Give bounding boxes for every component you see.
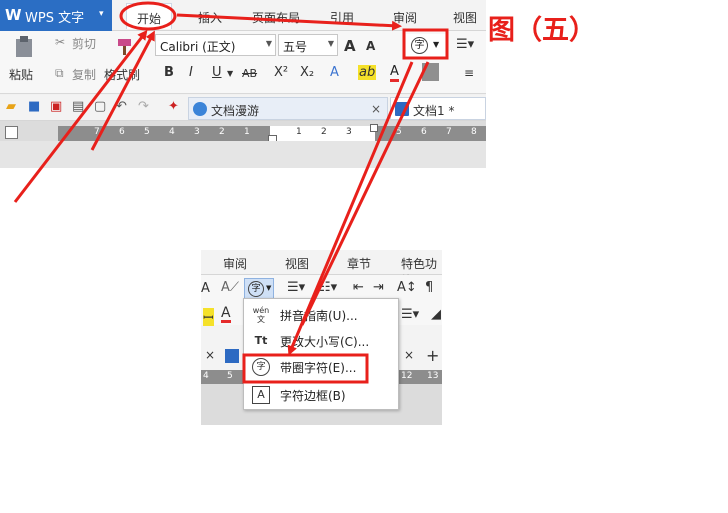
format-painter-button[interactable]: 格式刷 [104,66,140,83]
numbered-list-icon[interactable]: ☷▾ [319,280,337,295]
cloud-icon [193,102,207,116]
chevron-down-icon: ▼ [266,284,272,292]
underline-button[interactable]: U [212,65,222,80]
change-case-icon: Tt [254,334,268,347]
tab-view[interactable]: 视图 [285,255,309,272]
menu-item-enclose-char[interactable]: 字 带圈字符(E)... [244,354,400,380]
paste-icon[interactable] [14,35,36,59]
print-preview-icon[interactable]: ▢ [94,99,106,114]
font-color-button[interactable]: A [221,306,231,323]
chevron-down-icon: ▼ [265,39,272,48]
tab-home[interactable]: 开始 [126,3,172,29]
tab-view[interactable]: 视图 [453,9,477,26]
pdf-icon[interactable]: ▣ [50,99,62,114]
shrink-font-button[interactable]: A [366,39,375,53]
enclosed-char-icon: 字 [252,358,270,376]
print-icon[interactable]: ▤ [72,99,84,114]
doc-tab-doc1[interactable]: 文档1 * [390,97,486,120]
save-icon[interactable]: ■ [28,99,40,114]
new-tab-icon[interactable]: + [426,346,439,365]
font-size-select[interactable]: 五号 ▼ [278,34,338,56]
font-color-button[interactable]: A [390,65,399,82]
copy-button[interactable]: 复制 [72,66,96,83]
quick-access-toolbar: ▰ ■ ▣ ▤ ▢ ↶ ↷ ✦ 文档漫游 × 文档1 * [0,95,486,121]
line-spacing-icon[interactable]: ☰▾ [401,307,419,322]
app-name: WPS 文字 [25,11,85,26]
close-icon[interactable]: × [371,102,381,116]
subscript-button[interactable]: X₂ [300,65,314,80]
ribbon-tab-bar: 审阅 视图 章节 特色功能 [201,250,442,288]
copy-icon[interactable]: ⧉ [55,66,64,81]
chevron-down-icon: ▼ [327,39,334,48]
close-icon[interactable]: × [205,348,215,362]
enclosed-char-icon: 字 [248,281,264,297]
enclosed-char-icon: 字 [411,37,428,54]
chevron-down-icon[interactable]: ▼ [227,69,233,78]
ribbon-tab-bar: W WPS 文字 ▾ 开始 插入 页面布局 引用 审阅 视图 [0,0,486,31]
undo-icon[interactable]: ↶ [116,99,127,114]
chevron-down-icon: ▼ [433,40,440,49]
bold-button[interactable]: B [164,65,174,80]
open-folder-icon[interactable]: ▰ [6,99,16,114]
highlight-button[interactable]: ꟷ [203,308,214,326]
char-border-icon: A [252,386,270,404]
shading-icon[interactable]: ◢ [431,307,441,322]
paste-button[interactable]: 粘贴 [9,66,33,83]
tab-layout[interactable]: 页面布局 [252,9,300,26]
format-painter-icon[interactable] [115,37,135,57]
figure-title: 图（五） [488,15,596,46]
ribbon-home: 粘贴 ✂ 剪切 ⧉ 复制 格式刷 Calibri (正文) ▼ 五号 ▼ A A 字… [0,31,486,94]
tab-stop-icon[interactable] [5,126,18,139]
tab-review[interactable]: 审阅 [223,255,247,272]
customize-icon[interactable]: ✦ [168,99,179,114]
italic-button[interactable]: I [189,65,193,80]
show-marks-icon[interactable]: ¶ [425,280,433,295]
doc-tab-roaming[interactable]: 文档漫游 × [188,97,388,120]
document-icon [395,102,409,116]
text-effect-button[interactable]: A [330,65,339,80]
bullet-list-icon[interactable]: ☰▾ [456,37,474,52]
tab-review[interactable]: 审阅 [393,9,417,26]
enclose-char-button[interactable]: 字 ▼ [406,34,446,58]
phonetic-guide-icon: wén 文 [252,306,270,324]
decrease-indent-icon[interactable]: ⇤ [353,280,364,295]
document-icon [225,349,239,363]
wps-app-menu[interactable]: W WPS 文字 ▾ [0,0,112,31]
chevron-down-icon: ▾ [99,9,104,19]
close-icon[interactable]: × [404,348,414,362]
tab-insert[interactable]: 插入 [198,9,222,26]
top-screenshot: W WPS 文字 ▾ 开始 插入 页面布局 引用 审阅 视图 粘贴 ✂ 剪切 ⧉… [0,0,486,168]
clear-format-icon[interactable]: A⟋ [221,280,239,295]
highlight-button[interactable]: ab [358,65,377,80]
font-name-select[interactable]: Calibri (正文) ▼ [155,34,276,56]
tab-chapter[interactable]: 章节 [347,255,371,272]
cut-button[interactable]: 剪切 [72,35,96,52]
menu-item-change-case[interactable]: Tt 更改大小写(C)... [244,328,400,354]
shrink-font-button[interactable]: A [201,281,210,296]
enclose-char-button[interactable]: 字 ▼ [244,278,274,300]
char-shading-icon[interactable] [422,63,439,81]
sort-icon[interactable]: A↕ [397,280,417,295]
tab-references[interactable]: 引用 [330,9,354,26]
enclose-char-dropdown-menu: wén 文 拼音指南(U)... Tt 更改大小写(C)... 字 带圈字符(E… [243,298,399,410]
ruler: 7 6 5 4 3 2 1 1 2 3 5 6 7 8 [0,121,486,168]
strikethrough-button[interactable]: AB [242,67,257,80]
superscript-button[interactable]: X² [274,65,288,80]
grow-font-button[interactable]: A [344,37,356,55]
wps-logo-icon: W [5,6,22,24]
right-indent-marker-icon[interactable] [370,124,378,132]
scissors-icon[interactable]: ✂ [55,35,65,49]
align-left-icon[interactable]: ≡ [464,66,474,80]
redo-icon[interactable]: ↷ [138,99,149,114]
menu-item-char-border[interactable]: A 字符边框(B) [244,382,400,408]
menu-item-phonetic-guide[interactable]: wén 文 拼音指南(U)... [244,302,400,328]
bullet-list-icon[interactable]: ☰▾ [287,280,305,295]
increase-indent-icon[interactable]: ⇥ [373,280,384,295]
